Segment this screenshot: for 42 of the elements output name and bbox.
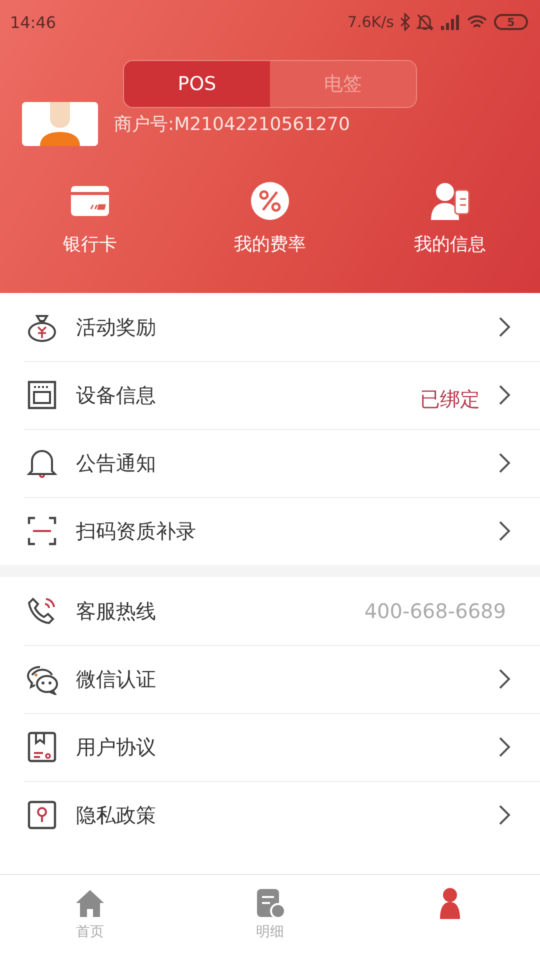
battery-indicator: 5 [494, 14, 528, 30]
menu-item[interactable]: 用户协议 [0, 713, 540, 781]
menu-item[interactable]: 客服热线 400-668-6689 [0, 577, 540, 645]
phone-number: 400-668-6689 [364, 599, 506, 623]
device-icon [26, 379, 58, 411]
bill-icon [254, 887, 286, 919]
document-icon [26, 731, 58, 763]
location-pin-icon [26, 799, 58, 831]
phone-icon [26, 595, 58, 627]
menu-label: 用户协议 [76, 735, 157, 759]
wifi-icon [466, 14, 488, 30]
avatar-icon[interactable] [22, 102, 98, 146]
home-icon [74, 887, 106, 919]
shortcut-button[interactable]: 银行卡 [0, 180, 180, 256]
chat-bubbles-icon [26, 663, 58, 695]
menu-label: 微信认证 [76, 667, 157, 691]
signal-icon [440, 14, 460, 30]
menu-item[interactable]: 活动奖励 [0, 293, 540, 361]
menu-item[interactable]: 扫码资质补录 [0, 497, 540, 565]
profile-card-icon [429, 180, 471, 222]
menu-item[interactable]: 公告通知 [0, 429, 540, 497]
mute-icon [416, 13, 434, 31]
segment-tab[interactable]: POS [124, 61, 270, 107]
merchant-number: 商户号:M21042210561270 [114, 113, 350, 136]
shortcut-button[interactable]: 我的费率 [180, 180, 360, 256]
menu-label: 活动奖励 [76, 315, 157, 339]
percent-icon [249, 180, 291, 222]
bluetooth-icon [400, 13, 410, 31]
menu-label: 公告通知 [76, 451, 157, 475]
menu-label: 扫码资质补录 [76, 519, 197, 543]
status-text: 已绑定 [419, 386, 481, 413]
menu-item[interactable]: 隐私政策 [0, 781, 540, 849]
network-speed: 7.6K/s [347, 13, 394, 31]
menu-item[interactable]: 设备信息 已绑定 [0, 361, 540, 429]
menu-label: 客服热线 [76, 599, 157, 623]
menu-label: 隐私政策 [76, 803, 157, 827]
scan-icon [26, 515, 58, 547]
bell-icon [26, 447, 58, 479]
menu-item[interactable]: 微信认证 [0, 645, 540, 713]
shortcut-button[interactable]: 我的信息 [360, 180, 540, 256]
status-time: 14:46 [10, 12, 56, 32]
menu-label: 设备信息 [76, 383, 157, 407]
